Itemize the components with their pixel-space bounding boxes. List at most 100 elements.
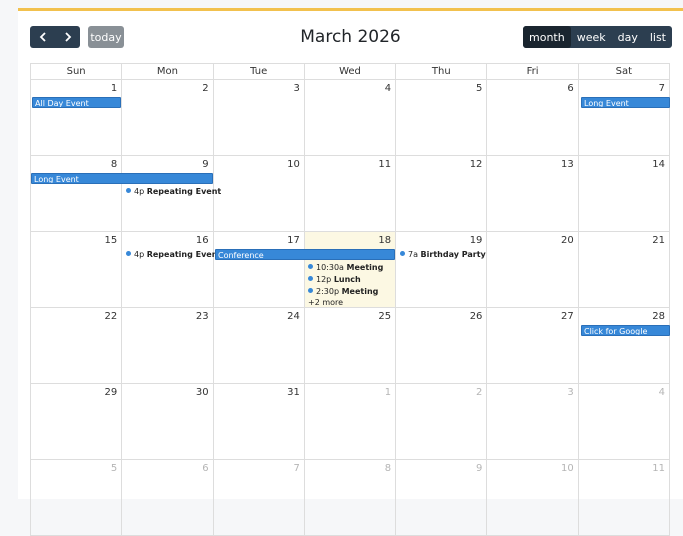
day-number[interactable]: 2 [202, 83, 208, 94]
day-view-button[interactable]: day [612, 26, 644, 48]
event-birthday[interactable]: 7a Birthday Party [400, 249, 486, 260]
day-number[interactable]: 13 [561, 159, 574, 170]
day-number[interactable]: 18 [378, 235, 391, 246]
list-view-button[interactable]: list [644, 26, 672, 48]
day-number[interactable]: 22 [105, 311, 118, 322]
day-cell[interactable]: 31 [213, 384, 305, 460]
day-number[interactable]: 11 [652, 463, 665, 474]
week-view-button[interactable]: week [571, 26, 612, 48]
day-number[interactable]: 30 [196, 387, 209, 398]
day-number[interactable]: 6 [567, 83, 573, 94]
event-lunch[interactable]: 12p Lunch [308, 274, 361, 285]
day-cell-other-month[interactable]: 2 [396, 384, 488, 460]
event-long-event-start[interactable]: Long Event [581, 97, 670, 108]
event-meeting[interactable]: 10:30a Meeting [308, 262, 383, 273]
day-cell[interactable]: 19 [396, 232, 488, 308]
day-cell[interactable]: 25 [304, 308, 397, 384]
day-number[interactable]: 8 [385, 463, 391, 474]
day-number[interactable]: 15 [105, 235, 118, 246]
day-cell[interactable]: 2 [122, 80, 214, 156]
event-long-event-end[interactable]: Long Event [31, 173, 213, 184]
day-number[interactable]: 3 [293, 83, 299, 94]
day-number[interactable]: 24 [287, 311, 300, 322]
day-cell[interactable]: 23 [122, 308, 214, 384]
day-cell[interactable]: 24 [213, 308, 305, 384]
day-number[interactable]: 17 [287, 235, 300, 246]
day-number[interactable]: 10 [287, 159, 300, 170]
day-cell[interactable]: 12 [396, 156, 488, 232]
day-cell[interactable]: 30 [122, 384, 214, 460]
day-cell[interactable]: 20 [487, 232, 579, 308]
day-number[interactable]: 20 [561, 235, 574, 246]
day-cell[interactable]: 28 [578, 308, 670, 384]
day-cell-other-month[interactable]: 5 [31, 460, 123, 536]
day-number[interactable]: 5 [476, 83, 482, 94]
day-cell[interactable]: 27 [487, 308, 579, 384]
day-number[interactable]: 21 [652, 235, 665, 246]
day-number[interactable]: 2 [476, 387, 482, 398]
day-number[interactable]: 4 [659, 387, 665, 398]
day-cell-other-month[interactable]: 7 [213, 460, 305, 536]
day-number[interactable]: 6 [202, 463, 208, 474]
day-cell[interactable]: 29 [31, 384, 123, 460]
day-number[interactable]: 12 [470, 159, 483, 170]
day-cell-other-month[interactable]: 9 [396, 460, 488, 536]
day-number[interactable]: 1 [385, 387, 391, 398]
day-cell-other-month[interactable]: 10 [487, 460, 579, 536]
day-number[interactable]: 23 [196, 311, 209, 322]
day-cell[interactable]: 21 [578, 232, 670, 308]
day-cell[interactable]: 13 [487, 156, 579, 232]
day-cell[interactable]: 11 [304, 156, 397, 232]
day-number[interactable]: 14 [652, 159, 665, 170]
day-number[interactable]: 27 [561, 311, 574, 322]
more-events-link[interactable]: +2 more [308, 297, 343, 308]
day-number[interactable]: 28 [652, 311, 665, 322]
day-cell-other-month[interactable]: 4 [578, 384, 670, 460]
day-number[interactable]: 19 [470, 235, 483, 246]
day-number[interactable]: 29 [105, 387, 118, 398]
day-number[interactable]: 10 [561, 463, 574, 474]
event-click-for-google[interactable]: Click for Google [581, 325, 670, 336]
event-repeating[interactable]: 4p Repeating Event [126, 249, 221, 260]
day-number[interactable]: 8 [111, 159, 117, 170]
day-cell-other-month[interactable]: 8 [304, 460, 397, 536]
day-number[interactable]: 26 [470, 311, 483, 322]
day-cell[interactable]: 1 [31, 80, 123, 156]
day-cell[interactable]: 16 [122, 232, 214, 308]
day-cell[interactable]: 6 [487, 80, 579, 156]
day-cell[interactable]: 4 [304, 80, 397, 156]
day-number[interactable]: 4 [385, 83, 391, 94]
day-cell[interactable]: 22 [31, 308, 123, 384]
day-cell[interactable]: 15 [31, 232, 123, 308]
event-repeating[interactable]: 4p Repeating Event [126, 186, 221, 197]
month-view-button[interactable]: month [523, 26, 571, 48]
day-number[interactable]: 16 [196, 235, 209, 246]
day-number[interactable]: 7 [659, 83, 665, 94]
day-number[interactable]: 11 [378, 159, 391, 170]
next-button[interactable] [55, 26, 80, 48]
day-number[interactable]: 9 [202, 159, 208, 170]
day-cell[interactable]: 7 [578, 80, 670, 156]
day-cell[interactable]: 14 [578, 156, 670, 232]
day-cell-other-month[interactable]: 6 [122, 460, 214, 536]
day-number[interactable]: 7 [293, 463, 299, 474]
day-cell[interactable]: 10 [213, 156, 305, 232]
day-number[interactable]: 3 [567, 387, 573, 398]
day-cell-other-month[interactable]: 11 [578, 460, 670, 536]
day-cell[interactable]: 8 [31, 156, 123, 232]
day-cell[interactable]: 26 [396, 308, 488, 384]
day-number[interactable]: 1 [111, 83, 117, 94]
day-number[interactable]: 9 [476, 463, 482, 474]
prev-button[interactable] [30, 26, 55, 48]
day-number[interactable]: 31 [287, 387, 300, 398]
day-number[interactable]: 25 [378, 311, 391, 322]
day-cell[interactable]: 17 [213, 232, 305, 308]
event-meeting[interactable]: 2:30p Meeting [308, 286, 378, 297]
day-cell[interactable]: 3 [213, 80, 305, 156]
today-button[interactable]: today [88, 26, 124, 48]
event-conference[interactable]: Conference [215, 249, 395, 260]
event-all-day[interactable]: All Day Event [32, 97, 121, 108]
day-cell-other-month[interactable]: 1 [304, 384, 397, 460]
day-cell-other-month[interactable]: 3 [487, 384, 579, 460]
day-cell[interactable]: 5 [396, 80, 488, 156]
